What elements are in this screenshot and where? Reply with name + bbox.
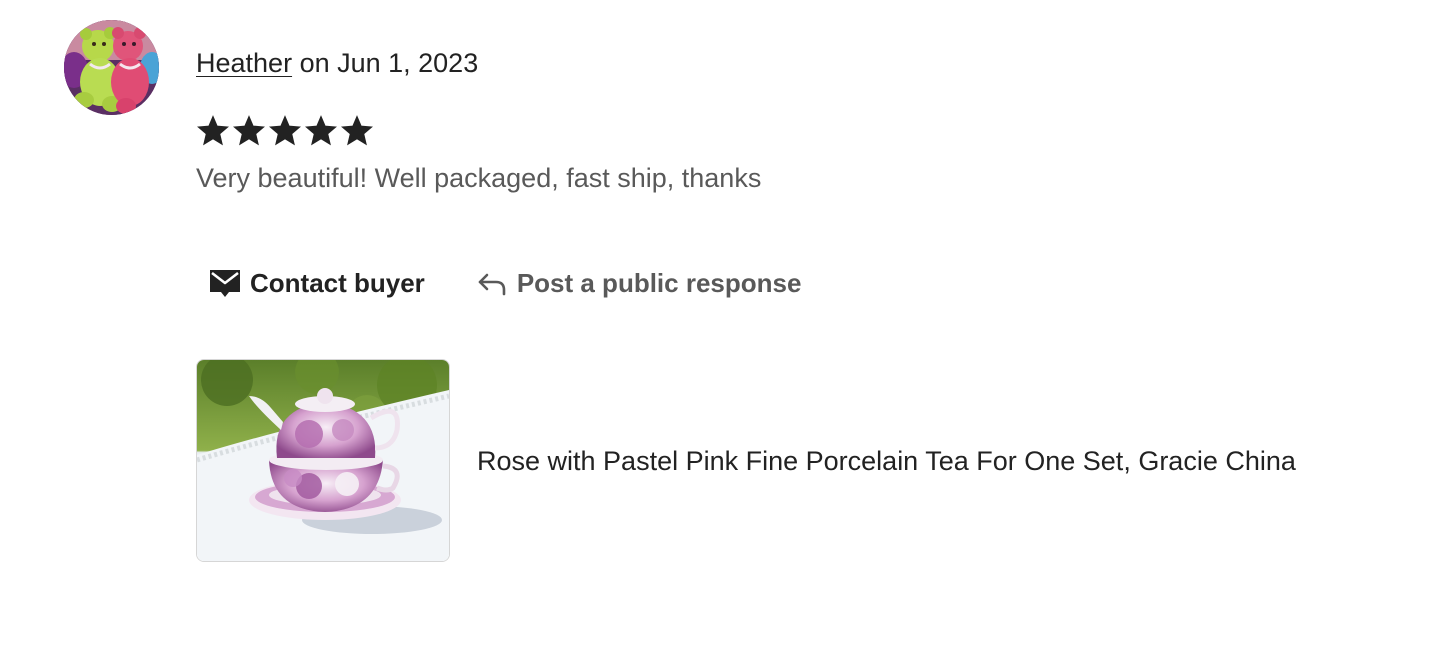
star-filled-icon — [233, 115, 265, 146]
star-filled-icon — [269, 115, 301, 146]
reply-arrow-icon — [478, 273, 506, 296]
review-text: Very beautiful! Well packaged, fast ship… — [196, 163, 762, 193]
avatar-image — [64, 20, 159, 115]
star-filled-icon — [197, 115, 229, 146]
post-public-response-button[interactable]: Post a public response — [475, 266, 802, 300]
post-public-response-label: Post a public response — [516, 267, 802, 298]
reviewer-avatar[interactable] — [64, 20, 159, 115]
review-actions: Contact buyer Post a public response — [208, 266, 801, 300]
contact-buyer-label: Contact buyer — [250, 267, 425, 298]
star-filled-icon — [305, 115, 337, 146]
envelope-icon — [210, 270, 240, 297]
review-date: on Jun 1, 2023 — [292, 48, 479, 78]
reviewer-name-link[interactable]: Heather — [196, 48, 292, 78]
teapot-product-image — [197, 360, 449, 561]
contact-buyer-button[interactable]: Contact buyer — [208, 266, 425, 300]
review-card: Heather on Jun 1, 2023 Very beautiful! W… — [0, 0, 1430, 648]
listing-title-link[interactable]: Rose with Pastel Pink Fine Porcelain Tea… — [477, 444, 1296, 478]
star-rating — [196, 114, 374, 148]
listing-thumbnail[interactable] — [196, 359, 450, 562]
star-filled-icon — [341, 115, 373, 146]
review-meta: Heather on Jun 1, 2023 — [196, 46, 478, 80]
purchased-listing: Rose with Pastel Pink Fine Porcelain Tea… — [196, 359, 1296, 562]
